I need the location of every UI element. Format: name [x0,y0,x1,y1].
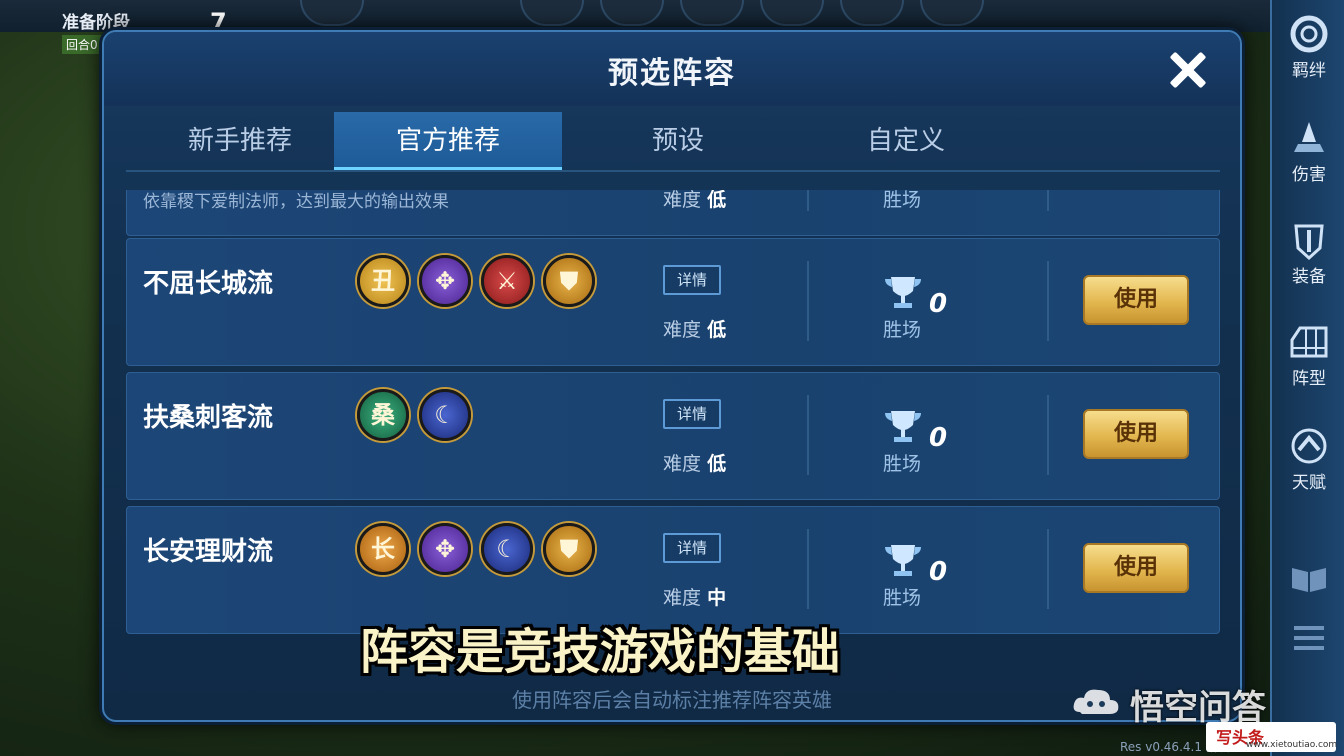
top-bar [0,0,1344,32]
right-sidebar: 羁绊 伤害 装备 阵型 天赋 [1270,0,1344,756]
lineup-desc: 依靠稷下爱制法师，达到最大的输出效果 [143,192,449,212]
wins-count: 0 [929,557,948,587]
sidebar-label: 天赋 [1292,473,1326,493]
assassin-icon[interactable]: ☾ [481,523,533,575]
wins-label: 胜场 [883,190,922,211]
trophy-icon [885,277,921,308]
trophy-icon [885,545,921,576]
difficulty: 难度 低 [663,190,726,212]
lineup-row: 扶桑刺客流 桑 ☾ 详情 难度 低 胜场 0 使用 [126,372,1220,500]
difficulty-value: 低 [707,319,727,341]
wins-count: 0 [929,423,948,453]
lineup-name: 扶桑刺客流 [143,403,274,433]
damage-icon [1294,122,1324,152]
sidebar-item-menu[interactable] [1272,618,1344,658]
divider [807,261,809,341]
video-subtitle: 阵容是竞技游戏的基础 [359,624,840,680]
lineup-row: 依靠稷下爱制法师，达到最大的输出效果 难度 低 胜场 [126,190,1220,236]
archer-icon[interactable]: ✥ [419,255,471,307]
detail-button[interactable]: 详情 [663,265,721,295]
talent-icon [1291,428,1327,464]
divider [807,190,809,211]
sidebar-item-book[interactable] [1272,558,1344,598]
detail-button[interactable]: 详情 [663,533,721,563]
archer-icon[interactable]: ✥ [419,523,471,575]
difficulty: 难度 中 [663,583,726,610]
use-button[interactable]: 使用 [1083,543,1189,593]
tab-custom[interactable]: 自定义 [792,112,1020,170]
wins-label: 胜场 [883,319,922,341]
difficulty-label: 难度 [663,319,702,341]
use-button[interactable]: 使用 [1083,409,1189,459]
divider [807,529,809,609]
shield-icon[interactable]: ⛊ [543,523,595,575]
divider [1047,190,1049,211]
difficulty-value: 中 [707,587,727,609]
sidebar-label: 伤害 [1292,165,1326,185]
trait-gold-icon[interactable]: 丑 [357,255,409,307]
difficulty-value: 低 [707,453,727,475]
bond-icon [1290,15,1328,53]
sidebar-item-formation[interactable]: 阵型 [1272,322,1344,389]
shield-icon[interactable]: ⛊ [543,255,595,307]
wins-label: 胜场 [883,587,922,609]
lineup-list: 依靠稷下爱制法师，达到最大的输出效果 难度 低 胜场 不屈长城流 丑 ✥ ⚔ ⛊… [126,190,1220,640]
sidebar-label: 装备 [1292,267,1326,287]
fusang-icon[interactable]: 桑 [357,389,409,441]
book-icon [1292,568,1326,592]
detail-button[interactable]: 详情 [663,399,721,429]
lineup-name: 长安理财流 [143,537,274,567]
sidebar-item-damage[interactable]: 伤害 [1272,118,1344,185]
tab-preset[interactable]: 预设 [564,112,792,170]
sidebar-item-bond[interactable]: 羁绊 [1272,14,1344,81]
warrior-icon[interactable]: ⚔ [481,255,533,307]
wins-count: 0 [929,289,948,319]
cloud-logo-icon [1073,689,1119,714]
tab-beginner[interactable]: 新手推荐 [126,112,354,170]
sidebar-item-talent[interactable]: 天赋 [1272,426,1344,493]
divider [1047,529,1049,609]
difficulty: 难度 低 [663,449,726,476]
menu-icon [1294,626,1324,650]
difficulty: 难度 低 [663,315,726,342]
tab-bar: 新手推荐 官方推荐 预设 自定义 [126,112,1220,172]
difficulty-label: 难度 [663,190,702,211]
close-button[interactable] [1164,46,1212,94]
use-button[interactable]: 使用 [1083,275,1189,325]
lineup-row: 不屈长城流 丑 ✥ ⚔ ⛊ 详情 难度 低 胜场 0 使用 [126,238,1220,366]
changan-icon[interactable]: 长 [357,523,409,575]
divider [1047,395,1049,475]
sidebar-label: 羁绊 [1292,61,1326,81]
difficulty-label: 难度 [663,453,702,475]
difficulty-label: 难度 [663,587,702,609]
assassin-icon[interactable]: ☾ [419,389,471,441]
equipment-icon [1294,224,1324,260]
difficulty-value: 低 [707,190,727,211]
divider [807,395,809,475]
lineup-name: 不屈长城流 [143,269,274,299]
sidebar-label: 阵型 [1292,369,1326,389]
badge-url: www.xietoutiao.com [1246,740,1338,750]
sidebar-item-equipment[interactable]: 装备 [1272,220,1344,287]
round-label: 回合0 [62,35,102,54]
tab-official[interactable]: 官方推荐 [334,112,562,170]
wins-label: 胜场 [883,453,922,475]
dialog-title: 预选阵容 [608,56,736,91]
trophy-icon [885,411,921,442]
formation-icon [1290,326,1328,358]
divider [1047,261,1049,341]
